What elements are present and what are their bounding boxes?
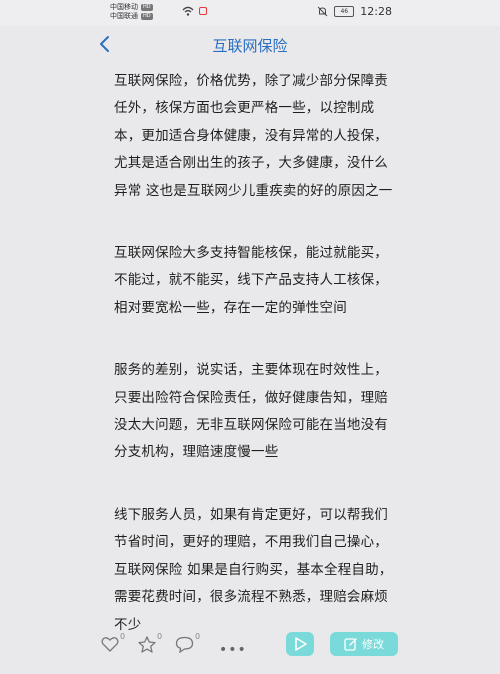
bottom-toolbar: 0 0 0 ••• 修改 [0,628,500,658]
paragraph: 线下服务人员，如果有肯定更好，可以帮我们节省时间，更好的理赔，不用我们自己操心，… [114,506,393,633]
carrier-1: 中国移动 [110,3,138,11]
comment-count: 0 [195,632,201,641]
status-icons [182,6,207,16]
clock: 12:28 [360,5,392,18]
screen-record-icon [199,7,207,15]
comment-button[interactable]: 0 [175,632,200,653]
like-button[interactable]: 0 [101,632,125,652]
heart-icon [101,637,119,652]
mute-bell-icon [317,6,328,17]
comment-icon [175,636,194,653]
wifi-icon [182,6,194,16]
favorite-button[interactable]: 0 [138,632,162,653]
battery-icon: 46 [334,6,355,17]
edit-icon [344,638,357,651]
hd-badge: HD [141,13,153,20]
edit-label: 修改 [362,638,384,651]
paragraph: 互联网保险大多支持智能核保，能过就能买，不能过，就不能买，线下产品支持人工核保，… [114,245,388,316]
star-icon [138,636,156,653]
paragraph: 服务的差别，说实话，主要体现在时效性上，只要出险符合保险责任，做好健康告知，理赔… [114,362,388,461]
hd-badge: HD [141,4,153,11]
paragraph: 互联网保险，价格优势，除了减少部分保障责任外，核保方面也会更严格一些，以控制成本… [114,73,393,199]
article-body: 互联网保险，价格优势，除了减少部分保障责任外，核保方面也会更严格一些，以控制成本… [114,68,394,674]
play-button[interactable] [286,632,314,656]
carrier-2: 中国联通 [110,12,138,20]
star-count: 0 [157,632,163,641]
like-count: 0 [120,632,126,641]
status-bar: 中国移动 HD 中国联通 HD 46 12:28 [0,0,500,26]
edit-button[interactable]: 修改 [330,632,398,656]
page-title: 互联网保险 [212,37,288,55]
carrier-info: 中国移动 HD 中国联通 HD [110,3,153,21]
nav-bar: 互联网保险 [0,26,500,62]
play-icon [295,637,307,651]
status-right: 46 12:28 [317,5,392,18]
